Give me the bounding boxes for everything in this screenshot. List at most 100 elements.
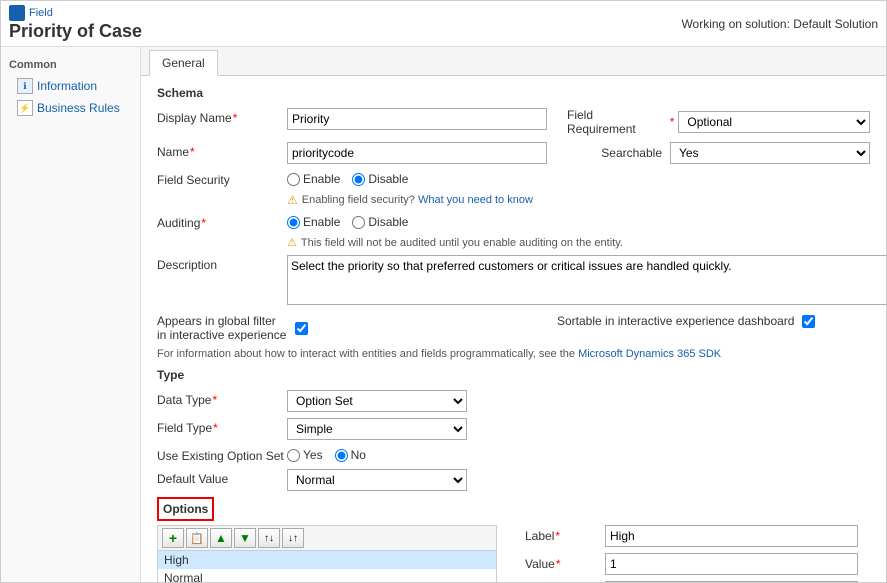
copy-option-button[interactable]: 📋 bbox=[186, 528, 208, 548]
auditing-warning-icon: ⚠ bbox=[287, 236, 297, 249]
rules-icon: ⚡ bbox=[17, 100, 33, 116]
name-label: Name* bbox=[157, 142, 287, 159]
detail-label-input[interactable] bbox=[605, 525, 858, 547]
detail-description-label: Description bbox=[525, 581, 605, 582]
auditing-control: Enable Disable bbox=[287, 213, 870, 229]
options-list: High Normal Low Critical bbox=[157, 550, 497, 582]
sortable-checkbox[interactable] bbox=[802, 315, 815, 328]
header-breadcrumb: Field bbox=[9, 5, 142, 21]
sidebar-item-label-business-rules: Business Rules bbox=[37, 101, 120, 115]
field-security-label: Field Security bbox=[157, 170, 287, 187]
global-filter-checkbox[interactable] bbox=[295, 322, 308, 335]
options-list-panel: + 📋 ▲ ▼ ↑↓ ↓↑ High Normal Low bbox=[157, 525, 497, 582]
auditing-disable-label[interactable]: Disable bbox=[352, 215, 408, 229]
add-option-button[interactable]: + bbox=[162, 528, 184, 548]
default-value-label: Default Value bbox=[157, 469, 287, 486]
name-input[interactable] bbox=[287, 142, 547, 164]
use-existing-label: Use Existing Option Set bbox=[157, 446, 287, 463]
data-type-row: Data Type* Option Set bbox=[157, 390, 870, 412]
field-security-control: Enable Disable bbox=[287, 170, 870, 186]
default-value-row: Default Value Normal High Low Critical bbox=[157, 469, 870, 491]
field-type-select[interactable]: Simple bbox=[287, 418, 467, 440]
searchable-label: Searchable bbox=[601, 146, 662, 160]
field-security-enable-radio[interactable] bbox=[287, 173, 300, 186]
searchable-area: Searchable Yes No bbox=[601, 142, 870, 164]
display-name-row: Display Name* Field Requirement* Optiona… bbox=[157, 108, 870, 136]
detail-value-row: Value* bbox=[525, 553, 858, 575]
use-existing-no-label[interactable]: No bbox=[335, 448, 366, 462]
list-item[interactable]: Normal bbox=[158, 569, 496, 582]
use-existing-control: Yes No bbox=[287, 446, 870, 462]
detail-label-field-label: Label* bbox=[525, 529, 605, 543]
field-type-label: Field Type* bbox=[157, 418, 287, 435]
content: General Schema Display Name* Field Requi… bbox=[141, 47, 886, 582]
name-row: Name* Searchable Yes No bbox=[157, 142, 870, 164]
description-control: Select the priority so that preferred cu… bbox=[287, 255, 886, 308]
data-type-label: Data Type* bbox=[157, 390, 287, 407]
sidebar-item-business-rules[interactable]: ⚡ Business Rules bbox=[1, 97, 140, 119]
options-detail-panel: Label* Value* bbox=[513, 525, 870, 582]
field-requirement-select[interactable]: Optional Business Required Business Reco… bbox=[678, 111, 870, 133]
warning-link[interactable]: What you need to know bbox=[415, 194, 533, 206]
searchable-select[interactable]: Yes No bbox=[670, 142, 870, 164]
detail-description-row: Description bbox=[525, 581, 858, 582]
display-name-label: Display Name* bbox=[157, 108, 287, 125]
options-layout: + 📋 ▲ ▼ ↑↓ ↓↑ High Normal Low bbox=[157, 525, 870, 582]
field-req-area: Field Requirement* Optional Business Req… bbox=[567, 108, 870, 136]
main-layout: Common ℹ Information ⚡ Business Rules Ge… bbox=[1, 47, 886, 582]
sidebar: Common ℹ Information ⚡ Business Rules bbox=[1, 47, 141, 582]
field-security-enable-label[interactable]: Enable bbox=[287, 172, 340, 186]
auditing-label: Auditing* bbox=[157, 213, 287, 230]
detail-value-field-label: Value* bbox=[525, 557, 605, 571]
field-type-control: Simple bbox=[287, 418, 870, 440]
default-value-control: Normal High Low Critical bbox=[287, 469, 870, 491]
field-requirement-label: Field Requirement bbox=[567, 108, 661, 136]
info-icon: ℹ bbox=[17, 78, 33, 94]
header: Field Priority of Case Working on soluti… bbox=[1, 1, 886, 47]
data-type-control: Option Set bbox=[287, 390, 870, 412]
display-name-input[interactable] bbox=[287, 108, 547, 130]
field-security-disable-radio[interactable] bbox=[352, 173, 365, 186]
data-type-select[interactable]: Option Set bbox=[287, 390, 467, 412]
use-existing-yes-radio[interactable] bbox=[287, 449, 300, 462]
sidebar-section-common: Common bbox=[1, 55, 140, 75]
sidebar-item-label-information: Information bbox=[37, 79, 97, 93]
type-section-title: Type bbox=[157, 368, 870, 382]
sortable-label: Sortable in interactive experience dashb… bbox=[557, 314, 794, 328]
auditing-enable-label[interactable]: Enable bbox=[287, 215, 340, 229]
use-existing-no-radio[interactable] bbox=[335, 449, 348, 462]
sort-asc-button[interactable]: ↑↓ bbox=[258, 528, 280, 548]
default-value-select[interactable]: Normal High Low Critical bbox=[287, 469, 467, 491]
auditing-enable-radio[interactable] bbox=[287, 216, 300, 229]
page-title: Priority of Case bbox=[9, 21, 142, 42]
sort-desc-button[interactable]: ↓↑ bbox=[282, 528, 304, 548]
sdk-link[interactable]: Microsoft Dynamics 365 SDK bbox=[578, 348, 721, 360]
auditing-warning-row: ⚠ This field will not be audited until y… bbox=[287, 236, 870, 249]
tab-general[interactable]: General bbox=[149, 50, 218, 76]
description-textarea[interactable]: Select the priority so that preferred cu… bbox=[287, 255, 886, 305]
auditing-row: Auditing* Enable Disable bbox=[157, 213, 870, 230]
options-section-label: Options bbox=[157, 497, 214, 521]
sidebar-item-information[interactable]: ℹ Information bbox=[1, 75, 140, 97]
form-content: Schema Display Name* Field Requirement* … bbox=[141, 76, 886, 582]
warning-icon: ⚠ bbox=[287, 193, 298, 207]
field-security-warning: ⚠ Enabling field security? What you need… bbox=[287, 193, 870, 207]
move-up-button[interactable]: ▲ bbox=[210, 528, 232, 548]
detail-label-row: Label* bbox=[525, 525, 858, 547]
description-label: Description bbox=[157, 255, 287, 272]
working-on-label: Working on solution: Default Solution bbox=[681, 17, 878, 31]
field-security-row: Field Security Enable Disable bbox=[157, 170, 870, 187]
type-section: Type Data Type* Option Set bbox=[157, 368, 870, 491]
field-type-row: Field Type* Simple bbox=[157, 418, 870, 440]
global-filter-area: Appears in global filter in interactive … bbox=[157, 314, 477, 342]
list-item[interactable]: High bbox=[158, 551, 496, 569]
auditing-disable-radio[interactable] bbox=[352, 216, 365, 229]
options-toolbar: + 📋 ▲ ▼ ↑↓ ↓↑ bbox=[157, 525, 497, 550]
schema-section-title: Schema bbox=[157, 86, 870, 100]
use-existing-yes-label[interactable]: Yes bbox=[287, 448, 323, 462]
detail-description-textarea[interactable] bbox=[605, 581, 858, 582]
field-security-disable-label[interactable]: Disable bbox=[352, 172, 408, 186]
info-link-row: For information about how to interact wi… bbox=[157, 348, 870, 360]
move-down-button[interactable]: ▼ bbox=[234, 528, 256, 548]
detail-value-input[interactable] bbox=[605, 553, 858, 575]
